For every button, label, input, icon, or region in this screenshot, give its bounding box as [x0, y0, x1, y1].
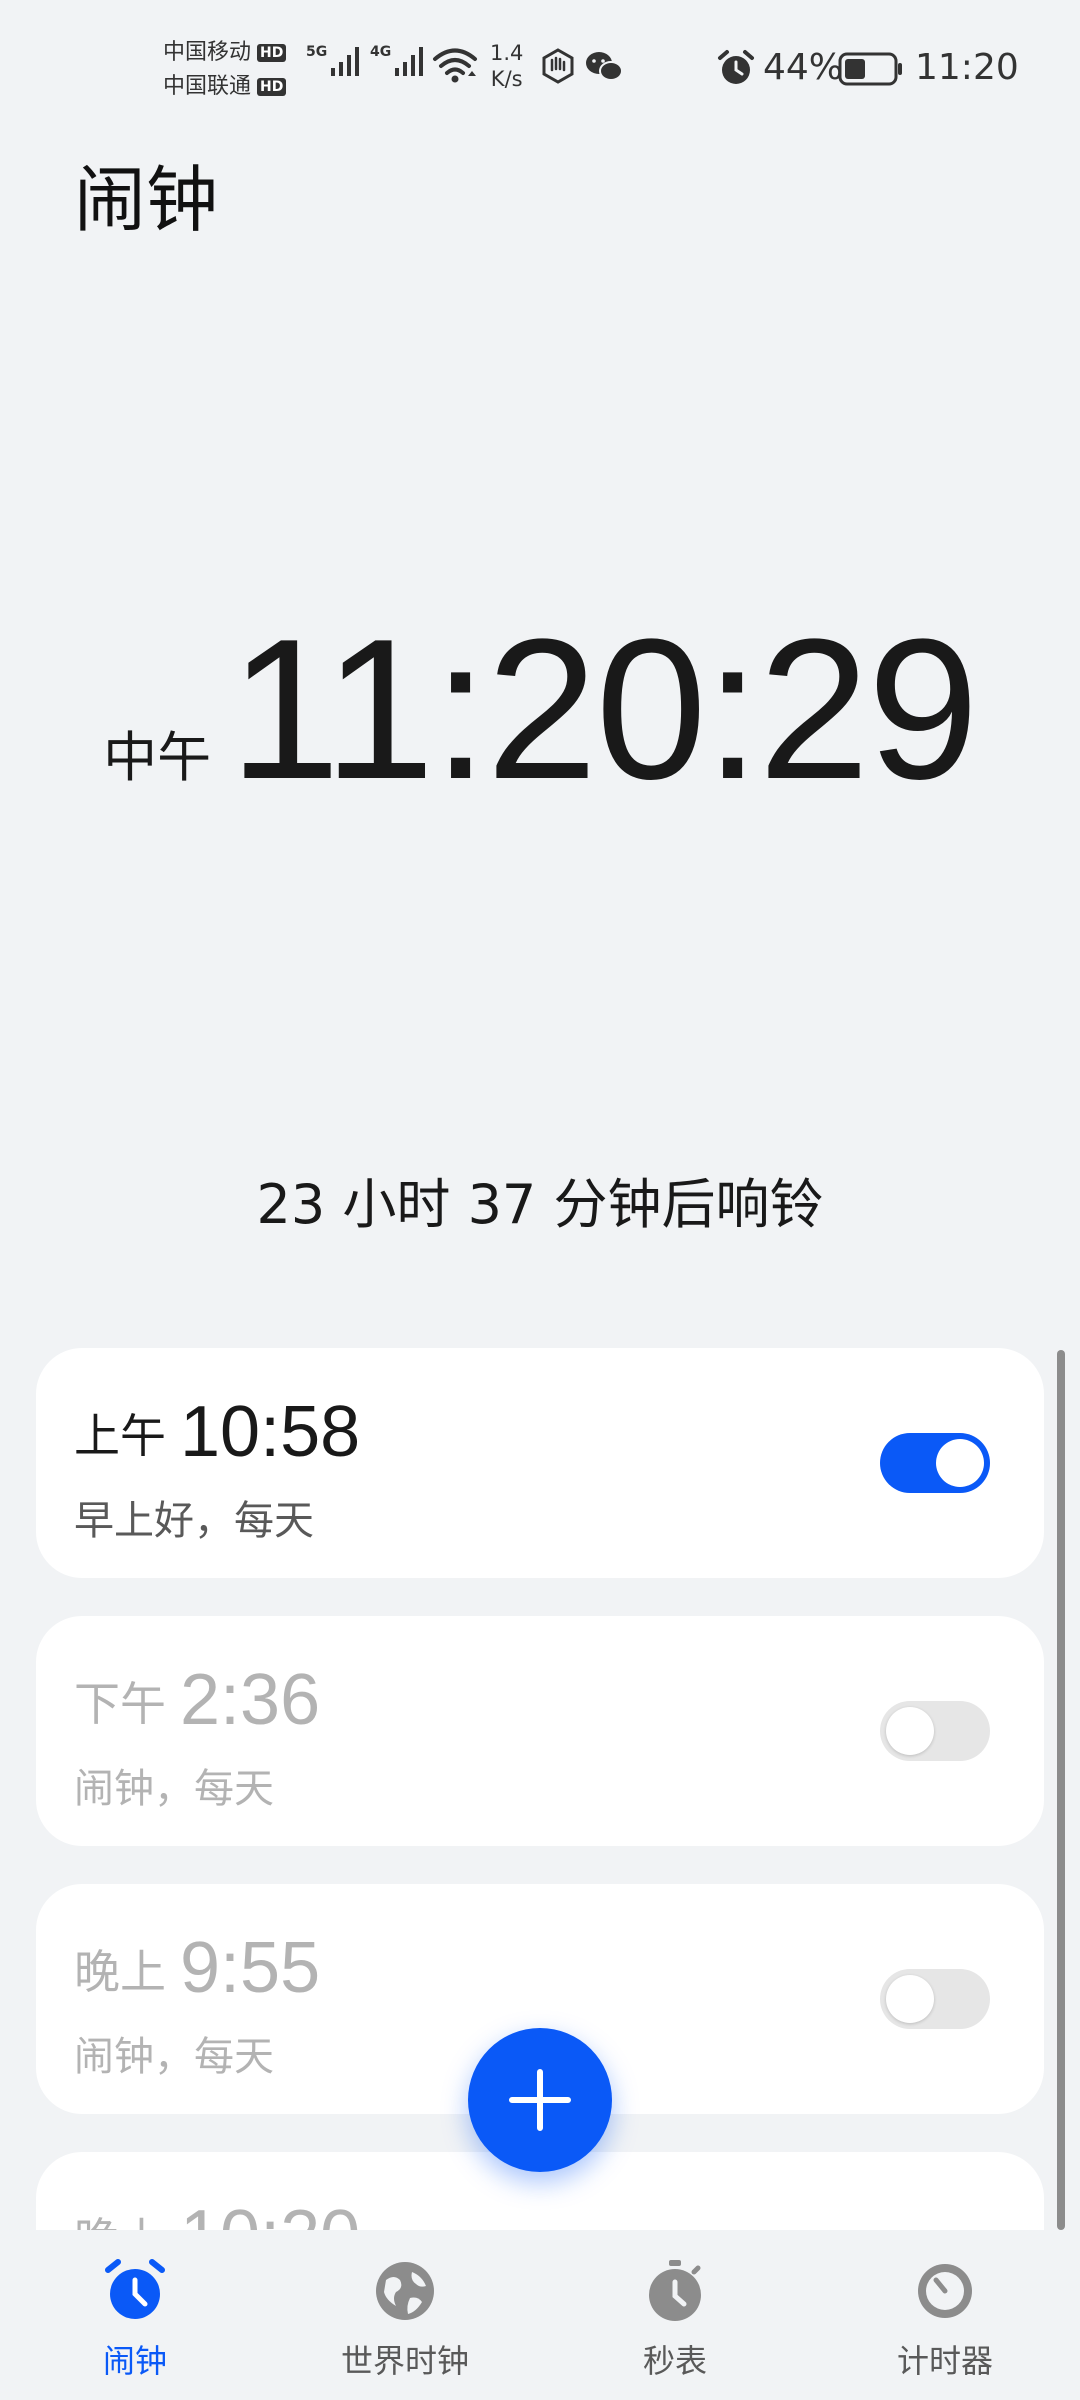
- tab-world-clock[interactable]: 世界时钟: [285, 2258, 525, 2388]
- network-speed: 1.4 K/s: [490, 40, 523, 92]
- add-alarm-button[interactable]: [468, 2028, 612, 2172]
- carrier-2-name: 中国联通: [163, 74, 252, 99]
- hand-icon: [542, 48, 574, 84]
- globe-icon: [376, 2262, 434, 2320]
- alarm-label: 早上好，每天: [74, 1498, 314, 1544]
- alarm-period: 晚上: [74, 1945, 166, 1999]
- wifi-icon: [433, 48, 477, 83]
- timer-icon: [918, 2264, 972, 2318]
- alarm-time: 10:58: [180, 1392, 361, 1472]
- sim2-network-type: 4G: [370, 44, 392, 60]
- current-time-value: 11:20:29: [229, 598, 979, 821]
- alarm-toggle[interactable]: [880, 1433, 990, 1493]
- current-time-period: 中午: [103, 726, 212, 789]
- sim1-signal-icon: 5G: [306, 44, 363, 78]
- alarm-clock-icon: [105, 2259, 165, 2319]
- tab-alarm-label: 闹钟: [102, 2342, 167, 2380]
- tab-alarm[interactable]: 闹钟: [15, 2258, 255, 2388]
- tab-timer-label: 计时器: [896, 2342, 993, 2380]
- alarm-list-scrollbar[interactable]: [1057, 1350, 1065, 2230]
- hd-badge: HD: [257, 44, 287, 62]
- alarm-period: 上午: [74, 1409, 166, 1463]
- sim1-network-type: 5G: [306, 44, 328, 60]
- carrier-info: 中国移动 HD 中国联通 HD: [163, 36, 287, 104]
- status-bar: 中国移动 HD 中国联通 HD 5G 4G 1.4 K/s 44% 11:20: [0, 0, 1080, 135]
- hd-badge: HD: [257, 78, 287, 96]
- alarm-time: 2:36: [180, 1660, 321, 1740]
- alarm-period: 下午: [74, 1677, 166, 1731]
- battery-icon: [838, 52, 902, 86]
- sim2-signal-icon: 4G: [370, 44, 427, 78]
- alarm-card[interactable]: 上午 10:58 早上好，每天: [36, 1348, 1044, 1578]
- alarm-time: 10:20: [180, 2196, 360, 2230]
- alarm-period: 晚上: [74, 2204, 166, 2230]
- next-alarm-countdown: 23 小时 37 分钟后响铃: [256, 1173, 824, 1236]
- alarm-toggle[interactable]: [880, 1701, 990, 1761]
- alarm-label: 闹钟，每天: [74, 2034, 274, 2080]
- tab-timer[interactable]: 计时器: [825, 2258, 1065, 2388]
- stopwatch-icon: [649, 2260, 701, 2321]
- alarm-toggle[interactable]: [880, 1969, 990, 2029]
- network-speed-unit: K/s: [490, 67, 523, 91]
- toggle-knob: [936, 1439, 984, 1487]
- alarm-card[interactable]: 下午 2:36 闹钟，每天: [36, 1616, 1044, 1846]
- alarm-time: 9:55: [180, 1928, 321, 2008]
- tab-stopwatch-label: 秒表: [642, 2342, 707, 2380]
- carrier-1-name: 中国移动: [163, 40, 252, 65]
- tab-stopwatch[interactable]: 秒表: [555, 2258, 795, 2388]
- toggle-knob: [886, 1975, 934, 2023]
- bottom-nav: 闹钟 世界时钟 秒表 计时器: [0, 2230, 1080, 2400]
- network-speed-value: 1.4: [490, 41, 524, 65]
- alarm-status-icon: [718, 50, 754, 84]
- toggle-knob: [886, 1707, 934, 1755]
- current-time-display: 中午 11:20:29: [0, 610, 1080, 810]
- battery-percent: 44%: [763, 47, 844, 88]
- plus-icon: [509, 2069, 571, 2131]
- page-title: 闹钟: [74, 158, 219, 242]
- wechat-icon: [586, 52, 623, 81]
- status-time: 11:20: [915, 47, 1019, 88]
- tab-world-clock-label: 世界时钟: [340, 2342, 469, 2380]
- alarm-label: 闹钟，每天: [74, 1766, 274, 1812]
